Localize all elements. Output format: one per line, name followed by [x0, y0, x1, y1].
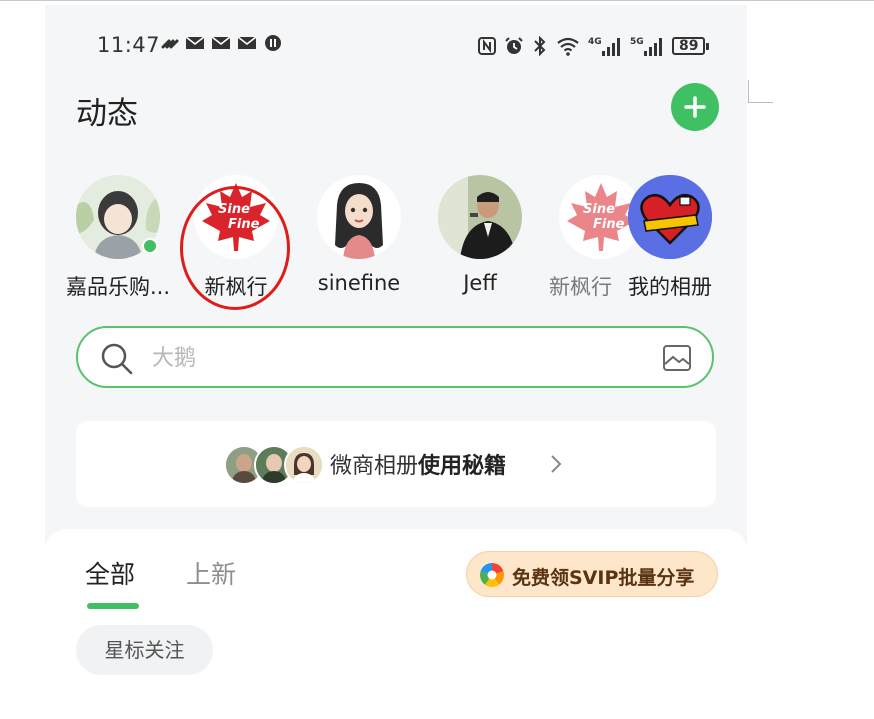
- tab-new[interactable]: 上新: [186, 555, 236, 591]
- app-notification-icon: [265, 35, 281, 51]
- story-item[interactable]: Sine Fine 新枫行: [535, 175, 643, 301]
- tab-all[interactable]: 全部: [85, 555, 135, 591]
- man-speaking-photo-icon: [438, 175, 522, 259]
- mail-icon: [185, 36, 205, 49]
- corner-crop-mark: [748, 80, 773, 103]
- story-item[interactable]: sinefine: [304, 175, 414, 295]
- svip-promo-label: 免费领SVIP批量分享: [512, 567, 695, 589]
- online-status-dot: [142, 238, 158, 254]
- nfc-icon: [478, 37, 496, 55]
- tips-text-bold: 使用秘籍: [418, 454, 507, 479]
- logo-text-sine: Sine: [583, 202, 615, 217]
- status-time: 11:47: [97, 33, 161, 57]
- story-name: Jeff: [463, 271, 497, 295]
- tips-text: 微商相册使用秘籍: [330, 448, 506, 480]
- avatar: [317, 175, 401, 259]
- battery-tip: [706, 42, 710, 50]
- battery-level: 89: [672, 37, 706, 55]
- story-name: 嘉品乐购...: [65, 275, 171, 299]
- story-item[interactable]: 嘉品乐购...: [63, 175, 173, 301]
- story-name: 新枫行: [549, 275, 612, 299]
- battery-indicator: 89: [672, 37, 710, 55]
- add-button[interactable]: [671, 83, 719, 131]
- logo-text-fine: Fine: [228, 217, 260, 232]
- svg-text:4G: 4G: [588, 37, 602, 47]
- avatar: Sine Fine: [194, 175, 278, 259]
- signal-4g-icon: 4G: [588, 37, 620, 56]
- search-icon: [101, 343, 133, 375]
- plus-icon: [684, 96, 706, 118]
- avatar: [628, 175, 712, 259]
- system-status-icons: 4G 5G 89: [478, 35, 710, 57]
- avatar: [438, 175, 522, 259]
- signal-5g-icon: 5G: [630, 37, 662, 56]
- search-bar[interactable]: [76, 326, 714, 388]
- story-name: 我的相册: [628, 275, 712, 299]
- story-name: 新枫行: [204, 275, 268, 299]
- mail-icon: [211, 36, 231, 49]
- window-top-border: [0, 0, 874, 1]
- image-search-icon[interactable]: [662, 344, 692, 372]
- active-tab-indicator: [87, 603, 139, 609]
- page-title: 动态: [76, 96, 138, 132]
- search-input[interactable]: [150, 342, 634, 374]
- logo-text-sine: Sine: [218, 202, 250, 217]
- svg-text:5G: 5G: [630, 37, 644, 47]
- cartoon-girl-icon: [317, 175, 401, 259]
- bluetooth-icon: [534, 36, 546, 56]
- chevron-right-icon: [551, 455, 562, 473]
- link-icon: [161, 39, 179, 49]
- heart-badge-icon: [628, 175, 712, 259]
- alarm-icon: [505, 37, 523, 54]
- phone-screen: 11:47 4G 5G 89 动态 嘉品乐购... Sine Fine 新枫行 …: [45, 5, 747, 719]
- notification-icons: [159, 35, 283, 51]
- svip-promo-button[interactable]: 免费领SVIP批量分享: [466, 551, 718, 597]
- tips-banner[interactable]: 微商相册使用秘籍: [76, 421, 716, 507]
- aperture-icon: [480, 563, 504, 587]
- story-item[interactable]: Sine Fine 新枫行: [181, 175, 291, 301]
- star-follow-filter[interactable]: 星标关注: [76, 625, 213, 675]
- tips-text-prefix: 微商相册: [330, 454, 419, 479]
- story-name: sinefine: [317, 271, 401, 295]
- maple-leaf-logo-icon: Sine Fine: [194, 175, 278, 259]
- feed-panel: 全部 上新 免费领SVIP批量分享 星标关注: [45, 529, 747, 719]
- story-item[interactable]: Jeff: [425, 175, 535, 295]
- wifi-icon: [557, 37, 579, 56]
- story-item-my-album[interactable]: 我的相册: [615, 175, 725, 301]
- mail-icon: [237, 36, 257, 49]
- mini-avatar: [284, 445, 324, 485]
- tips-avatar-stack: [224, 445, 324, 485]
